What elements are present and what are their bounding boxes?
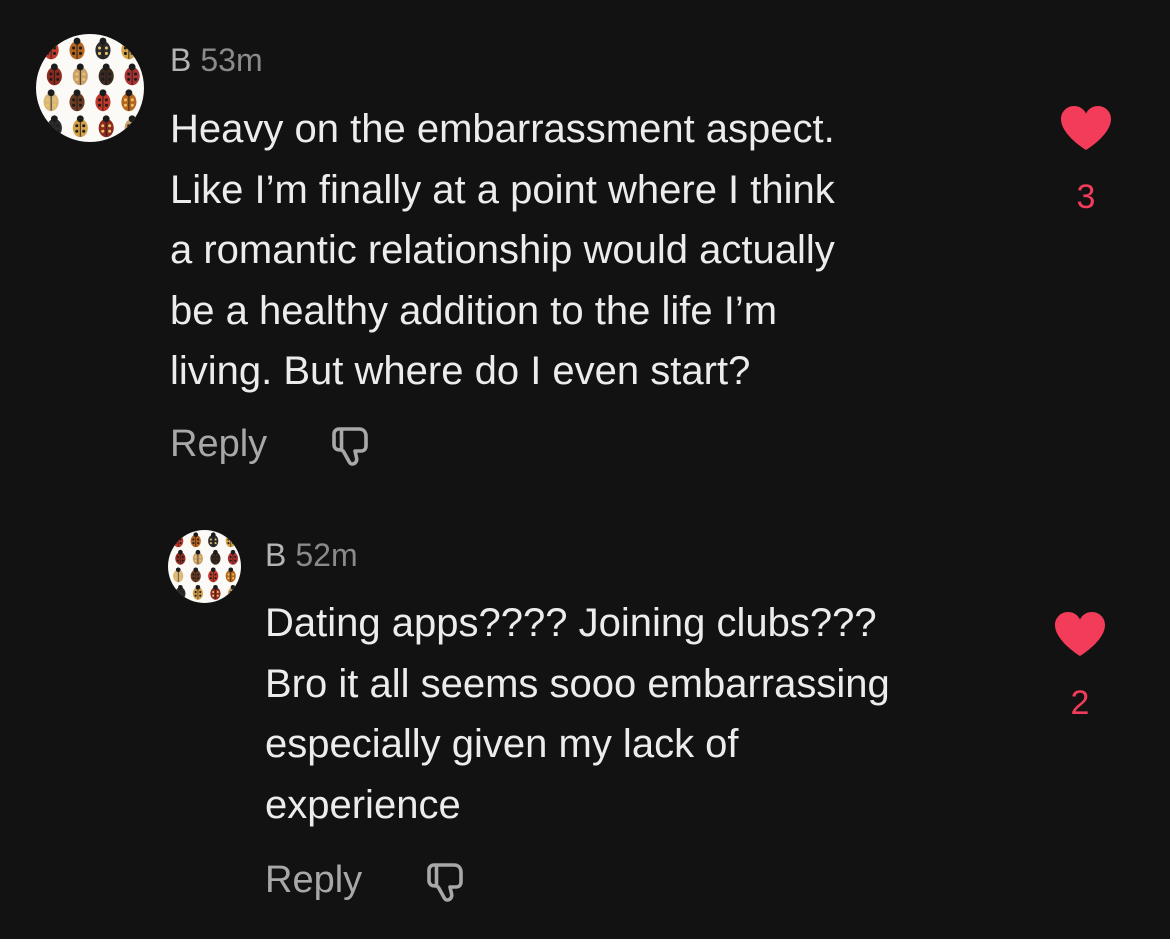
ladybug-icon — [190, 567, 201, 583]
comment-text: Heavy on the embarrassment aspect. Like … — [170, 107, 835, 393]
heart-icon[interactable] — [1053, 610, 1107, 658]
ladybug-icon — [210, 584, 221, 600]
heart-icon[interactable] — [1059, 104, 1113, 152]
ladybug-icon — [192, 549, 204, 565]
ladybug-icon — [173, 567, 184, 583]
ladybug-icon — [225, 567, 236, 583]
ladybug-icon — [190, 532, 201, 548]
reply-button[interactable]: Reply — [170, 425, 267, 463]
ladybug-icon — [210, 549, 221, 565]
ladybug-icon — [227, 584, 239, 600]
ladybug-avatar-image — [43, 37, 140, 138]
ladybug-icon — [227, 549, 239, 565]
ladybug-avatar-image — [173, 532, 239, 600]
thumbs-down-icon[interactable] — [329, 420, 377, 468]
ladybug-icon — [69, 37, 85, 60]
ladybug-icon — [95, 37, 111, 60]
comment-meta: B 52m — [265, 539, 358, 571]
ladybug-icon — [95, 89, 111, 112]
reply-button[interactable]: Reply — [265, 861, 362, 899]
ladybug-icon — [175, 549, 186, 565]
like-count: 3 — [1076, 178, 1096, 216]
like-count: 2 — [1070, 684, 1090, 722]
ladybug-icon — [192, 584, 204, 600]
comment-timestamp: 53m — [200, 42, 263, 78]
ladybug-icon — [208, 567, 219, 583]
ladybug-icon — [72, 63, 88, 86]
comment-author[interactable]: B — [170, 42, 191, 78]
comment-actions: Reply — [170, 420, 377, 468]
comment-text: Dating apps???? Joining clubs??? Bro it … — [265, 601, 890, 827]
ladybug-icon — [124, 63, 140, 86]
ladybug-icon — [225, 532, 236, 548]
ladybug-icon — [124, 115, 140, 138]
ladybug-icon — [72, 115, 88, 138]
comment-actions: Reply — [265, 856, 472, 904]
comment-timestamp: 52m — [295, 537, 358, 573]
like-control: 3 — [1058, 104, 1114, 214]
ladybug-icon — [175, 584, 186, 600]
ladybug-icon — [46, 63, 62, 86]
ladybug-icon — [121, 89, 137, 112]
ladybug-icon — [173, 532, 184, 548]
ladybug-icon — [43, 37, 59, 60]
comment-author[interactable]: B — [265, 537, 286, 573]
like-control: 2 — [1052, 610, 1108, 720]
comment-meta: B 53m — [170, 44, 263, 76]
ladybug-icon — [98, 63, 114, 86]
ladybug-icon — [69, 89, 85, 112]
ladybug-icon — [208, 532, 219, 548]
ladybug-icon — [98, 115, 114, 138]
thumbs-down-icon[interactable] — [424, 856, 472, 904]
ladybug-icon — [43, 89, 59, 112]
avatar[interactable] — [36, 34, 144, 142]
ladybug-icon — [46, 115, 62, 138]
avatar[interactable] — [168, 530, 241, 603]
ladybug-icon — [121, 37, 137, 60]
